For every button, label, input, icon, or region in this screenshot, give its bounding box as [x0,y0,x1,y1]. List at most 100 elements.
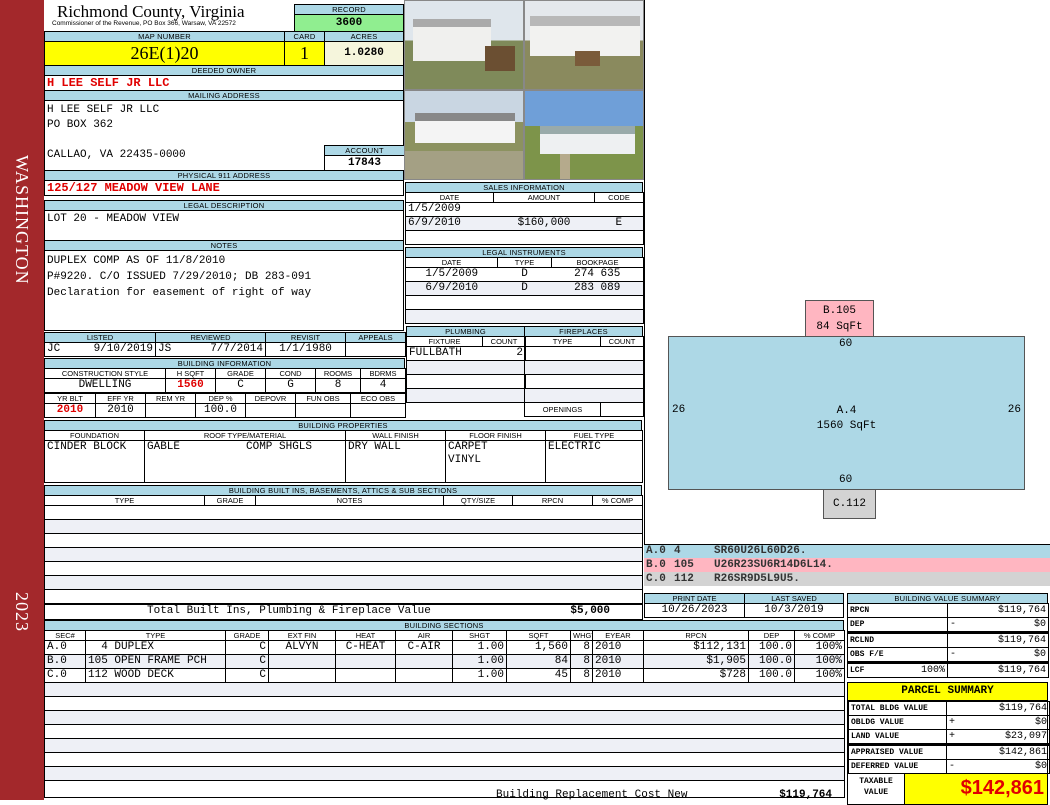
cell: C-HEAT [335,640,396,655]
cell [395,668,453,683]
note-line: DUPLEX COMP AS OF 11/8/2010 [47,255,226,267]
cell: 100% [794,668,845,683]
acres-label: ACRES [325,32,403,42]
obldg-sign: + [949,717,956,728]
bi-header: COND [265,368,316,379]
total-bldg-value: $119,764 [946,701,1050,716]
revisit-date: 1/1/1980 [265,342,346,357]
cell: 1.00 [452,654,507,669]
foundation-header: FOUNDATION [44,430,145,441]
value-summary-label: BUILDING VALUE SUMMARY [847,593,1048,603]
sale-row: 1/5/2009 [405,202,644,217]
deferred-value: $0 [1034,761,1047,772]
sqft-header: SQFT [506,630,571,641]
land-sign: + [949,731,956,742]
mailing-line-1: H LEE SELF JR LLC [47,104,160,116]
card-box: CARD 1 [284,31,325,66]
cell: 2010 [592,654,644,669]
functional-obs [295,403,351,418]
cell: 2010 [592,668,644,683]
listed-date: 9/10/2019 [93,343,153,356]
bi-header: H SQFT [165,368,216,379]
heat-header: HEAT [335,630,396,641]
year-built: 2010 [44,403,96,418]
builtin-type-header: TYPE [44,495,205,506]
property-photo-4[interactable] [524,90,644,180]
property-photo-1[interactable] [404,0,524,90]
builtins-label: BUILDING BUILT INS, BASEMENTS, ATTICS & … [44,485,642,495]
acres-box: ACRES 1.0280 [324,31,404,66]
sale-code [594,202,644,217]
plumbing: PLUMBING FIXTURE COUNT FULLBATH 2 [406,326,526,403]
dates-box: PRINT DATE LAST SAVED 10/26/2023 10/3/2019 [644,593,844,618]
cell: 1,560 [506,640,571,655]
acres-value: 1.0280 [325,42,403,65]
cell: 100% [794,640,845,655]
tax-year: 2023 [12,592,32,632]
instrument-type-header: TYPE [497,257,552,268]
sketch-legend: A.0 4 SR60U26L60D26. B.0 105 U26R23SU6R14D6L… [644,545,1050,586]
card-number: 1 [285,42,324,65]
legend-row: C.0 112 R26SR9D5L9U5. [644,572,1050,586]
fireplaces: FIREPLACES TYPE COUNT OPENINGS [524,326,644,417]
legal-description: LOT 20 - MEADOW VIEW [47,213,180,225]
physical-address-box: PHYSICAL 911 ADDRESS 125/127 MEADOW VIEW… [44,170,404,196]
construction-style: DWELLING [44,378,166,393]
builtins-total-value: $5,000 [570,605,610,618]
legend-row: B.0 105 U26R23SU6R14D6L14. [644,558,1050,572]
parcel-summary-label: PARCEL SUMMARY [848,683,1047,701]
listed-header: LISTED [44,332,156,343]
bedrooms: 4 [360,378,406,393]
cell: 4 DUPLEX [85,640,226,655]
obs-sign: - [950,649,957,660]
rpcn-label: RPCN [847,603,948,618]
sketch-section-a[interactable]: 60 60 26 26 A.4 1560 SqFt [668,336,1025,490]
land-value: $23,097 [1004,731,1047,742]
deeded-owner: H LEE SELF JR LLC [47,76,170,90]
sketch-section-c[interactable]: C.112 [823,489,876,519]
rclnd-label: RCLND [847,632,948,648]
sections-label: BUILDING SECTIONS [44,620,844,630]
cell: 8 [570,668,593,683]
properties-label: BUILDING PROPERTIES [44,420,642,430]
built-ins-table: BUILDING BUILT INS, BASEMENTS, ATTICS & … [44,485,643,620]
cell: $728 [643,668,749,683]
property-photo-3[interactable] [404,90,524,180]
bi-header: ROOMS [315,368,361,379]
sale-code: E [594,216,644,231]
building-sketch[interactable]: B.105 84 SqFt 60 60 26 26 A.4 1560 SqFt C.… [644,0,1050,545]
record-box: RECORD 3600 [294,4,404,32]
mailing-address-box: MAILING ADDRESS H LEE SELF JR LLC PO BOX… [44,90,405,171]
cell: 100.0 [748,668,795,683]
heated-sqft: 1560 [165,378,216,393]
property-photo-2[interactable] [524,0,644,90]
deferred-label: DEFERRED VALUE [848,759,947,774]
dep-sign: - [950,619,957,630]
legend-row: A.0 4 SR60U26L60D26. [644,545,1050,558]
lcf-pct: 100% [920,665,945,676]
building-information: BUILDING INFORMATION CONSTRUCTION STYLE H… [44,358,406,418]
cell: 84 [506,654,571,669]
deeded-owner-label: DEEDED OWNER [45,66,403,76]
condition: G [265,378,316,393]
mailing-line-2: PO BOX 362 [47,119,114,131]
replacement-cost-label: Building Replacement Cost New [496,789,688,801]
deferred-sign: - [949,761,956,772]
sales-date-header: DATE [405,192,494,203]
reviewed-date: 7/7/2014 [210,343,263,356]
building-properties: BUILDING PROPERTIES FOUNDATION ROOF TYPE/… [44,420,643,483]
sale-amount: $160,000 [493,216,595,231]
section-row: B.0 105 OPEN FRAME PCH C 1.00 84 8 2010 $1,905 1… [44,654,845,669]
sketch-section-b[interactable]: B.105 84 SqFt [805,300,874,337]
notes-box: NOTES DUPLEX COMP AS OF 11/8/2010 P#9220… [44,240,404,331]
cell: $1,905 [643,654,749,669]
physical-address: 125/127 MEADOW VIEW LANE [47,181,220,195]
print-date: 10/26/2023 [644,603,745,618]
cell: 2010 [592,640,644,655]
sales-amount-header: AMOUNT [493,192,595,203]
building-sections-table: BUILDING SECTIONS SEC# TYPE GRADE EXT FIN HE… [44,620,845,801]
notes-label: NOTES [45,241,403,251]
account-number: 17843 [347,157,381,169]
dimension-bottom: 60 [839,474,853,486]
section-b-area: 84 SqFt [816,321,863,333]
